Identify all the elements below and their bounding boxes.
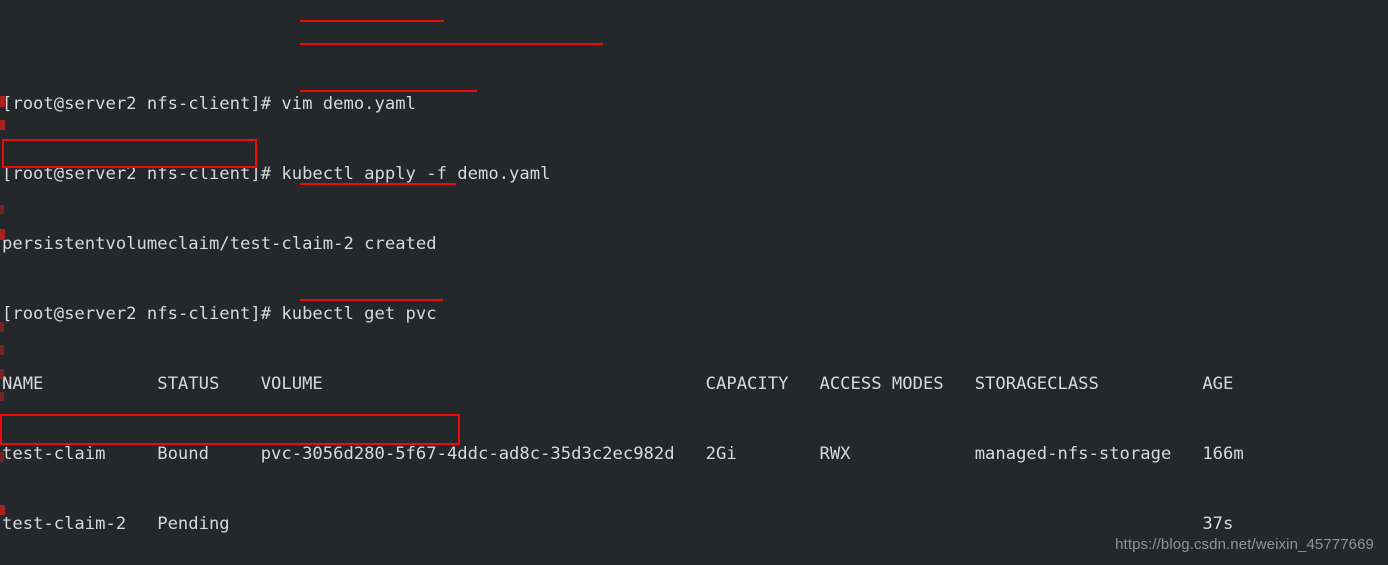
edge-artifact-mark-8 xyxy=(0,392,4,401)
terminal-line-partial-top xyxy=(0,36,1388,47)
terminal-line-pvc-created: persistentvolumeclaim/test-claim-2 creat… xyxy=(2,233,437,254)
watermark-url: https://blog.csdn.net/weixin_45777669 xyxy=(1115,535,1374,553)
edge-artifact-mark-4 xyxy=(0,229,5,240)
terminal-screen[interactable]: [root@server2 nfs-client]# vim demo.yaml… xyxy=(0,0,1388,565)
pvc-table-header: NAME STATUS VOLUME CAPACITY ACCESS MODES… xyxy=(2,373,1234,394)
terminal-line-kubectl-apply: [root@server2 nfs-client]# kubectl apply… xyxy=(2,164,551,185)
edge-artifact-mark-10 xyxy=(0,505,5,515)
edge-artifact-mark-9 xyxy=(0,452,4,462)
pvc-table-row-test-claim: test-claim Bound pvc-3056d280-5f67-4ddc-… xyxy=(2,443,1244,464)
edge-artifact-mark-2 xyxy=(0,120,5,130)
edge-artifact-mark-6 xyxy=(0,345,4,355)
edge-artifact-mark-1 xyxy=(0,96,5,107)
edge-artifact-mark-7 xyxy=(0,369,4,379)
terminal-line-vim-demo: [root@server2 nfs-client]# vim demo.yaml xyxy=(2,94,416,115)
edge-artifact-mark-3 xyxy=(0,205,4,214)
terminal-line-kubectl-get-pvc: [root@server2 nfs-client]# kubectl get p… xyxy=(2,303,437,324)
edge-artifact-mark-5 xyxy=(0,322,4,332)
terminal-window[interactable]: [root@server2 nfs-client]# vim demo.yaml… xyxy=(0,0,1388,565)
